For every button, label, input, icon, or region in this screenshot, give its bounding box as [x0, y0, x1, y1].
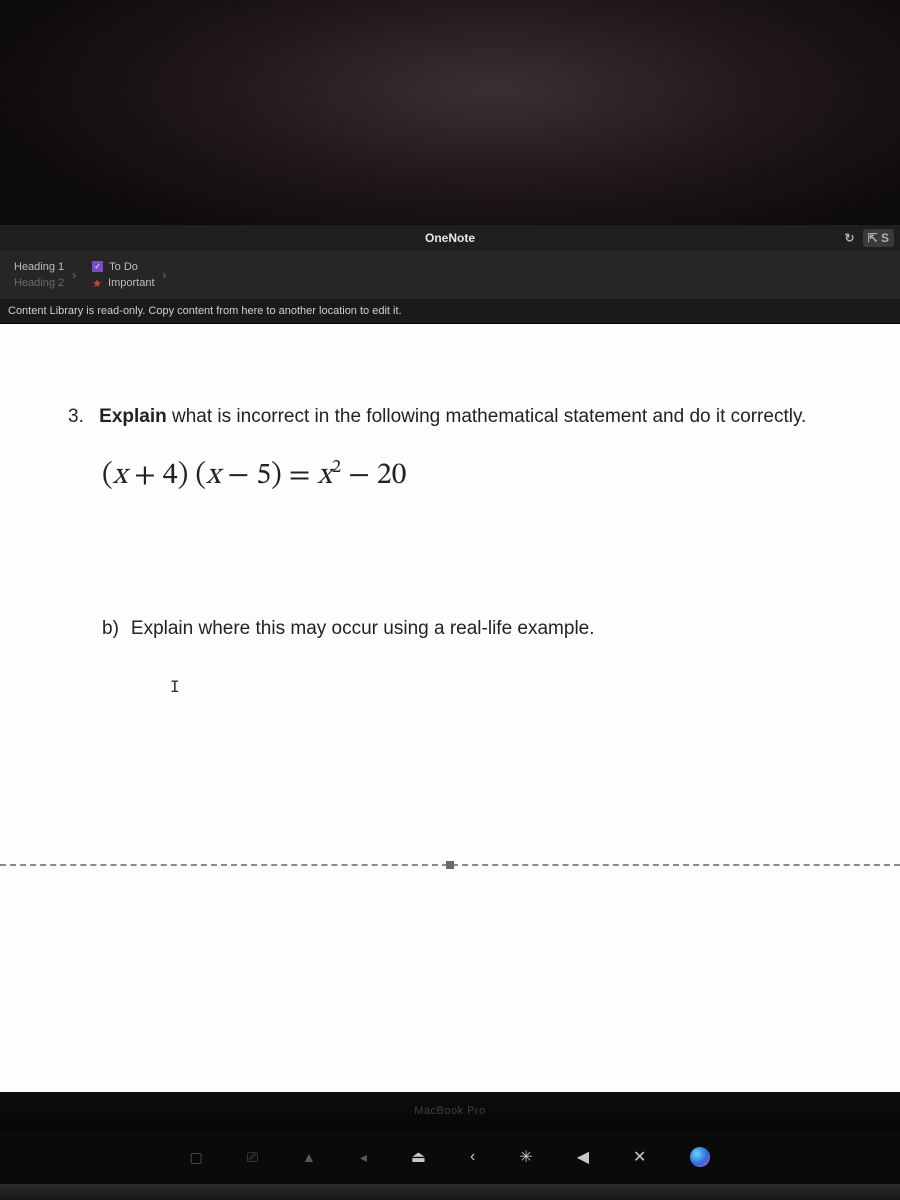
fn-key-5[interactable]: ⏏ — [411, 1147, 426, 1167]
sync-icon[interactable]: ↻ — [845, 231, 855, 245]
share-button[interactable]: ⇱ S — [863, 229, 894, 247]
fn-key-3[interactable]: ▲ — [302, 1149, 316, 1165]
qb-number: b) — [102, 618, 119, 639]
q3-rest: what is incorrect in the following mathe… — [167, 406, 807, 427]
question-3b: b) Explain where this may occur using a r… — [102, 616, 848, 642]
ribbon: Heading 1 Heading 2 ✓ To Do ★ Important — [0, 251, 900, 299]
background-room — [0, 0, 900, 225]
fn-key-7[interactable]: ✳ — [519, 1147, 532, 1167]
readonly-banner: Content Library is read-only. Copy conte… — [0, 299, 900, 324]
app-titlebar: OneNote ↻ ⇱ S — [0, 225, 900, 251]
ribbon-headings-group[interactable]: Heading 1 Heading 2 — [0, 251, 78, 299]
q3-lead: Explain — [99, 406, 167, 427]
laptop-screen: OneNote ↻ ⇱ S Heading 1 Heading 2 ✓ To D… — [0, 225, 900, 1200]
equation: (x + 4) (x − 5) = x2 − 20 — [102, 456, 848, 497]
keyboard-deck — [0, 1184, 900, 1200]
tag-todo[interactable]: ✓ To Do — [92, 261, 154, 273]
question-3: 3. Explain what is incorrect in the foll… — [68, 404, 848, 430]
tag-important[interactable]: ★ Important — [92, 277, 154, 290]
text-cursor: I — [170, 676, 180, 698]
style-heading-2[interactable]: Heading 2 — [14, 277, 64, 289]
fn-key-1[interactable]: ▢ — [190, 1149, 203, 1166]
checkbox-icon: ✓ — [92, 261, 103, 272]
fn-key-9[interactable]: ✕ — [633, 1147, 646, 1167]
fn-key-2[interactable]: ⎚ — [247, 1149, 258, 1166]
style-heading-1[interactable]: Heading 1 — [14, 261, 64, 273]
fn-key-6[interactable]: ‹ — [470, 1148, 475, 1166]
fn-key-4[interactable]: ◂ — [360, 1149, 367, 1166]
readonly-banner-text: Content Library is read-only. Copy conte… — [8, 305, 402, 317]
titlebar-right: ↻ ⇱ S — [845, 229, 894, 247]
ribbon-tags-group[interactable]: ✓ To Do ★ Important — [78, 251, 168, 299]
app-title: OneNote — [425, 231, 475, 245]
document-page[interactable]: 3. Explain what is incorrect in the foll… — [0, 324, 900, 1092]
fn-key-8[interactable]: ◀ — [577, 1147, 589, 1167]
qb-text: Explain where this may occur using a rea… — [131, 618, 595, 639]
star-icon: ★ — [92, 277, 102, 290]
q3-number: 3. — [68, 406, 84, 427]
laptop-bezel: MacBook Pro — [0, 1092, 900, 1130]
page-divider — [0, 864, 900, 866]
laptop-brand: MacBook Pro — [414, 1105, 486, 1117]
touch-bar: ▢ ⎚ ▲ ◂ ⏏ ‹ ✳ ◀ ✕ — [0, 1130, 900, 1184]
siri-icon[interactable] — [690, 1147, 710, 1167]
